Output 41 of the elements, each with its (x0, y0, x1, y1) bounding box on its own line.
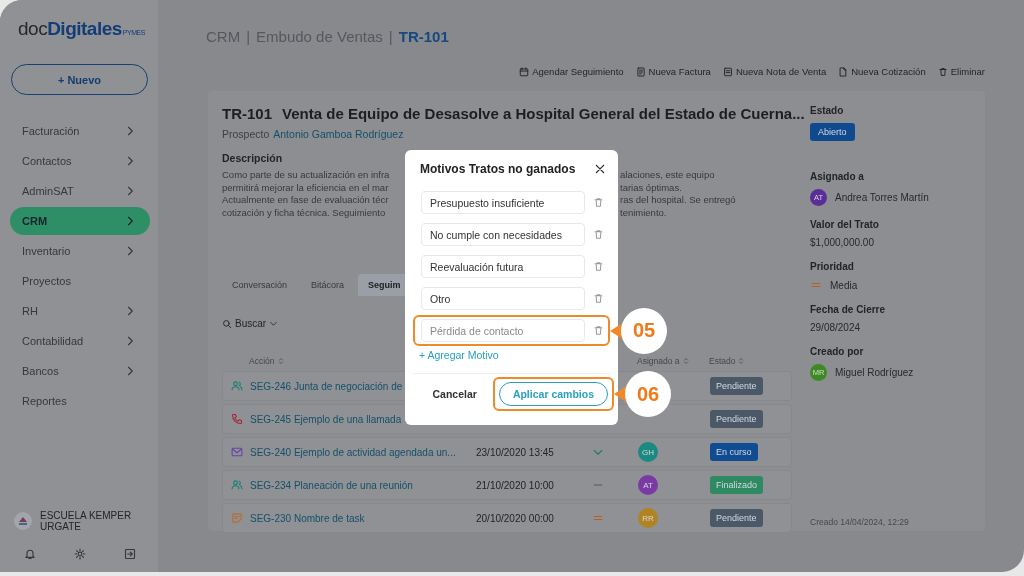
status-badge: Pendiente (710, 377, 763, 395)
description-text: cotización y ficha técnica. Seguimiento (222, 206, 387, 219)
field-label: Prioridad (810, 261, 855, 272)
field-label: Estado (810, 105, 845, 116)
breadcrumb-separator: | (388, 28, 393, 45)
field-value: Miguel Rodríguez (835, 367, 914, 378)
description-text: Actualmente en fase de evaluación técr (222, 194, 390, 207)
status-badge: Finalizado (710, 476, 764, 494)
avatar: RR (638, 508, 658, 528)
description-text: alaciones, este equipo (620, 169, 716, 182)
field-label: Fecha de Cierre (810, 304, 887, 315)
table-cell-text: 23/10/2020 13:45 (476, 446, 555, 458)
deal-code: TR-101 (222, 105, 273, 122)
table-cell-text: 20/10/2020 00:00 (476, 512, 555, 524)
company-name: ESCUELA KEMPER URGATE (40, 510, 133, 532)
field-label: Asignado a (810, 171, 865, 182)
description-text: Como parte de su actualización en infra (222, 169, 391, 182)
field-value: Andrea Torres Martín (835, 192, 929, 203)
description-text: ras del hospital. Se entregó (620, 194, 737, 207)
field-value: Media (830, 279, 858, 291)
status-badge: En curso (710, 443, 758, 461)
status-badge: Pendiente (710, 410, 763, 428)
description-text: tenimiento. (620, 206, 668, 219)
dialog-title: Motivos Tratos no ganados (420, 162, 576, 176)
status-badge: Abierto (810, 123, 855, 141)
field-label: Creado por (810, 346, 865, 357)
field-label: Valor del Trato (810, 219, 880, 230)
field-value: 29/08/2024 (810, 322, 862, 333)
breadcrumb-item: TR-101 (398, 28, 449, 45)
prospect-label: Prospecto (222, 128, 270, 140)
description-label: Descripción (222, 152, 284, 164)
table-cell-text: 21/10/2020 10:00 (476, 479, 555, 491)
avatar: AT (638, 475, 658, 495)
description-text: tarias óptimas. (620, 181, 683, 194)
avatar: GH (638, 442, 658, 462)
field-value: $1,000,000.00 (810, 237, 875, 248)
deal-title: Venta de Equipo de Desasolve a Hospital General del Estado de Cuerna... (282, 105, 805, 122)
breadcrumb-separator: | (246, 28, 251, 45)
created-timestamp: Creado 14/04/2024, 12:29 (810, 517, 910, 527)
status-badge: Pendiente (710, 509, 763, 527)
description-text: permitirá mejorar la eficiencia en el mar (222, 181, 390, 194)
